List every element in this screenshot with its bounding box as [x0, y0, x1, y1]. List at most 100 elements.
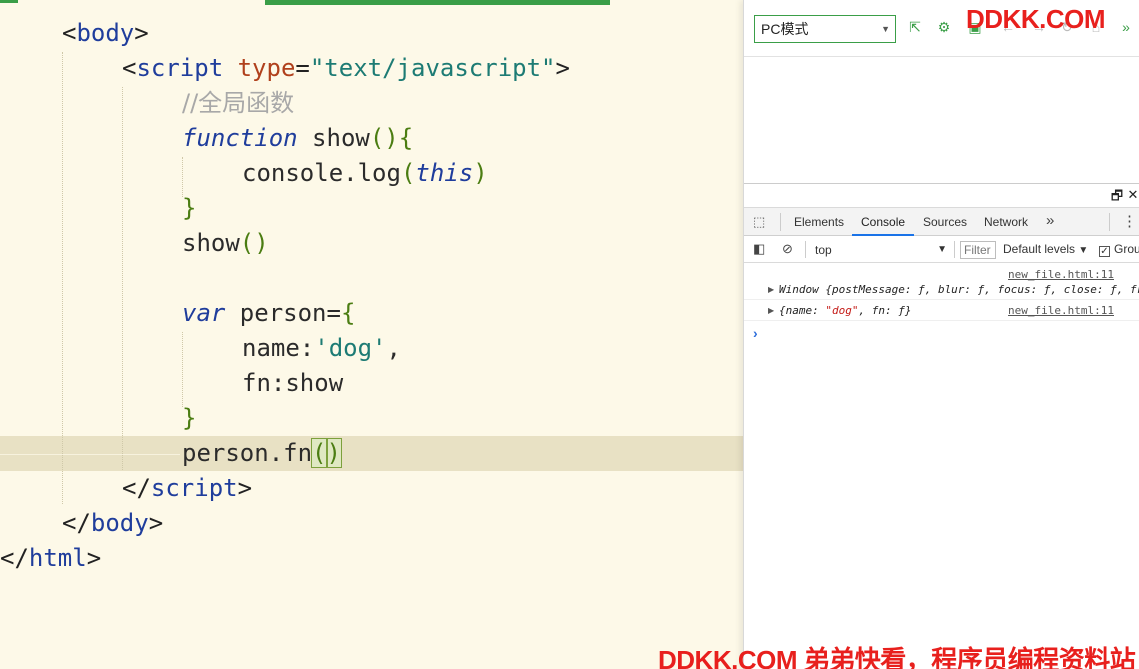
code-token: { [340, 299, 356, 327]
expand-icon[interactable]: » [1117, 18, 1135, 36]
code-token: </ [0, 544, 29, 572]
code-line: //全局函数 [182, 86, 294, 121]
devtools-menu-icon[interactable]: ⋮ [1122, 212, 1137, 230]
code-line: name:'dog', [242, 331, 401, 366]
code-line: </body> [62, 506, 163, 541]
code-token: 'dog' [314, 334, 387, 362]
code-line: } [182, 401, 196, 436]
code-line: function show(){ [182, 121, 413, 156]
code-token: < [122, 54, 137, 82]
code-token: > [134, 19, 149, 47]
code-editor[interactable]: <body> <script type="text/javascript">//全… [0, 0, 743, 669]
code-token: > [555, 54, 570, 82]
code-token: ) [473, 159, 488, 187]
tab-console[interactable]: Console [852, 208, 915, 236]
preview-devtools-panel: PC模式 ▼ ⇱ ⚙ ▣ ← → ↻ ⌂ » DDKK.COM 🗗 ✕ ⬚ El… [743, 0, 1139, 669]
code-token: name: [242, 334, 315, 362]
code-token: } [182, 194, 197, 222]
open-external-icon[interactable]: ⇱ [906, 18, 924, 36]
console-message: ▶ {name: "dog", fn: ƒ} new_file.html:11 [744, 300, 1139, 321]
code-token: body [90, 509, 149, 537]
code-line: console.log(this) [242, 156, 488, 191]
tab-elements[interactable]: Elements [785, 208, 853, 236]
code-line: <script type="text/javascript"> [122, 51, 570, 86]
code-token: fn:show [242, 369, 344, 397]
current-line-highlight [0, 436, 743, 471]
more-tabs-icon[interactable]: » [1046, 212, 1054, 229]
code-token: "text/javascript" [309, 54, 556, 82]
code-token: ) [325, 438, 342, 468]
code-token: html [28, 544, 87, 572]
code-token: var [182, 299, 226, 327]
settings-icon[interactable]: ⚙ [935, 18, 953, 36]
code-token: > [237, 474, 253, 502]
code-line: show() [182, 226, 269, 261]
code-token: = [295, 54, 310, 82]
close-icon[interactable]: ✕ [1126, 187, 1139, 203]
code-token: </ [62, 509, 91, 537]
clear-console-icon[interactable]: ⊘ [782, 241, 793, 257]
code-line: </script> [122, 471, 252, 506]
code-token: show [182, 229, 240, 257]
checkbox-checked-icon: ✓ [1099, 246, 1110, 257]
code-token: } [182, 404, 197, 432]
editor-top-marker [0, 0, 18, 3]
console-message: new_file.html:11 ▶ Window {postMessage: … [744, 263, 1139, 300]
code-token: person= [225, 299, 341, 327]
tab-network[interactable]: Network [975, 208, 1037, 236]
code-token: this [415, 159, 474, 187]
tab-sources[interactable]: Sources [914, 208, 976, 236]
preview-toolbar: PC模式 ▼ ⇱ ⚙ ▣ ← → ↻ ⌂ » DDKK.COM [744, 0, 1139, 57]
device-mode-select[interactable]: PC模式 ▼ [754, 15, 896, 43]
code-token: console.log [242, 159, 401, 187]
restore-icon[interactable]: 🗗 [1110, 187, 1124, 209]
chevron-down-icon: ▼ [1078, 245, 1089, 256]
code-token: script [150, 474, 238, 502]
source-link[interactable]: new_file.html:11 [1008, 268, 1114, 281]
code-token: script [136, 54, 224, 82]
group-similar-checkbox[interactable]: ✓ Grou [1099, 242, 1139, 257]
code-line: var person={ [182, 296, 355, 331]
code-token: > [86, 544, 102, 572]
console-prompt-icon[interactable]: › [753, 325, 758, 341]
code-token: () [239, 229, 269, 257]
code-token: type [237, 54, 296, 82]
log-object[interactable]: {name: "dog", fn: ƒ} [779, 304, 911, 317]
source-link[interactable]: new_file.html:11 [1008, 304, 1114, 317]
code-token: (){ [369, 124, 414, 152]
code-token: ( [311, 438, 328, 468]
expand-arrow-icon[interactable]: ▶ [768, 306, 774, 315]
code-token: ( [400, 159, 416, 187]
code-token: show [297, 124, 370, 152]
device-mode-label: PC模式 [761, 21, 809, 37]
sidebar-toggle-icon[interactable]: ◧ [753, 241, 765, 257]
indent-guide [62, 52, 63, 504]
expand-arrow-icon[interactable]: ▶ [768, 285, 774, 294]
chevron-down-icon: ▼ [937, 244, 947, 255]
code-line: } [182, 191, 196, 226]
editor-tab-indicator [265, 0, 610, 5]
page-preview[interactable] [744, 58, 1139, 184]
code-token: , [386, 334, 401, 362]
group-similar-label: Grou [1114, 242, 1139, 256]
context-select[interactable]: top ▼ [815, 242, 947, 258]
console-output: new_file.html:11 ▶ Window {postMessage: … [744, 263, 1139, 643]
code-token: < [62, 19, 77, 47]
console-filter-input[interactable]: Filter [960, 241, 996, 259]
brand-watermark-bottom: DDKK.COM 弟弟快看，程序员编程资料站 [658, 645, 1136, 669]
devtools-titlebar: 🗗 ✕ [744, 185, 1139, 207]
code-token: body [76, 19, 135, 47]
chevron-down-icon: ▼ [881, 24, 890, 34]
log-object[interactable]: Window {postMessage: ƒ, blur: ƒ, focus: … [779, 283, 1139, 296]
indent-guide [122, 87, 123, 470]
code-line: person.fn() [182, 436, 342, 471]
code-line: </html> [0, 541, 101, 576]
log-levels-label: Default levels [1003, 242, 1076, 256]
code-token: function [182, 124, 298, 152]
inspect-element-icon[interactable]: ⬚ [753, 214, 769, 230]
code-token: > [148, 509, 164, 537]
indent-guide [182, 332, 183, 407]
code-line: fn:show [242, 366, 343, 401]
log-levels-dropdown[interactable]: Default levels ▼ [1003, 242, 1088, 256]
